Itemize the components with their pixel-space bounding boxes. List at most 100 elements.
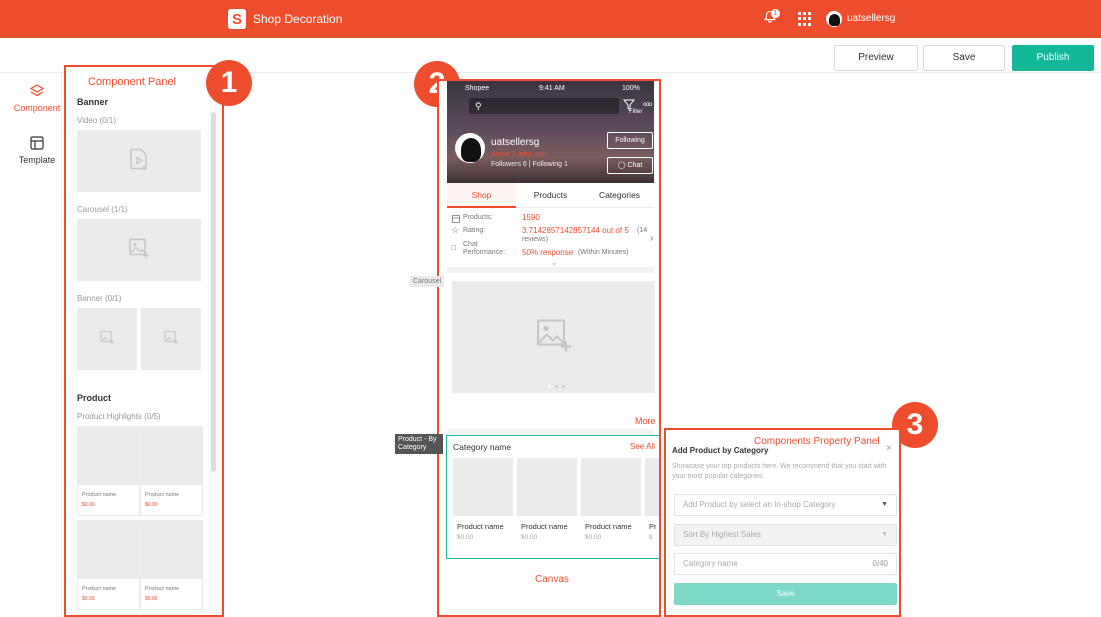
product-price: $ [649, 534, 653, 541]
component-panel: Component Panel Banner Video (0/1) Carou… [64, 65, 224, 617]
nav-component-label: Component [13, 103, 61, 113]
carousel-placeholder[interactable] [452, 281, 655, 393]
sort-select[interactable]: Sort By Highest Sales ▼ [674, 524, 897, 546]
banner-component[interactable] [141, 308, 201, 370]
rating-reviews-cont: reviews) [522, 236, 549, 243]
user-avatar[interactable] [826, 11, 842, 27]
chat-label: Chat [627, 162, 643, 169]
section-divider [447, 429, 654, 434]
status-battery: 100% [622, 85, 640, 92]
category-select[interactable]: Add Product by select an In-shop Categor… [674, 494, 897, 516]
tab-categories[interactable]: Categories [585, 183, 654, 208]
component-panel-scrollbar[interactable] [211, 112, 216, 472]
preview-button[interactable]: Preview [834, 45, 918, 71]
carousel-component[interactable] [77, 219, 201, 281]
product-highlight-card[interactable]: Product name $0.00 [140, 426, 203, 516]
apps-grid-icon[interactable] [798, 12, 812, 26]
char-counter: 0/40 [872, 559, 888, 568]
category-product-card[interactable]: Product name $0.00 [517, 458, 578, 556]
product-highlight-card[interactable]: Product name $0.00 [140, 520, 203, 610]
product-price: $0.00 [145, 596, 158, 602]
see-all-link[interactable]: See All [630, 442, 655, 451]
video-label: Video (0/1) [77, 116, 116, 125]
product-name: Product name [145, 586, 180, 592]
chat-performance-value: 50% response [522, 248, 574, 257]
component-panel-title: Component Panel [88, 76, 177, 88]
product-by-category-tag: Product - By Category [395, 434, 443, 454]
caret-down-icon: ▼ [881, 531, 888, 538]
top-bar: S Shop Decoration 1 uatsellersg [0, 0, 1101, 38]
app-title: Shop Decoration [253, 12, 343, 26]
product-by-category-component[interactable]: Category name See All Product name $0.00… [446, 435, 659, 559]
property-save-button[interactable]: Save [674, 583, 897, 605]
carousel-label: Carousel (1/1) [77, 205, 128, 214]
product-price: $0.00 [521, 534, 538, 541]
category-product-card[interactable]: Product name $0.00 [581, 458, 642, 556]
shop-search-input[interactable]: ⚲ [469, 98, 619, 114]
product-highlight-card[interactable]: Product name $0.00 [77, 426, 140, 516]
chat-performance-label: Chat [463, 241, 478, 248]
image-add-icon [100, 330, 115, 348]
category-product-card[interactable]: Pr $ [645, 458, 659, 556]
status-carrier: Shopee [465, 85, 490, 92]
carousel-dot[interactable] [555, 385, 558, 388]
canvas-label: Canvas [535, 574, 569, 585]
product-price: $0.00 [145, 502, 158, 508]
product-price: $0.00 [585, 534, 602, 541]
category-product-card[interactable]: Product name $0.00 [453, 458, 514, 556]
layers-icon [29, 83, 45, 99]
carousel-dot[interactable] [562, 385, 565, 388]
chevron-down-icon[interactable]: ⌄ [551, 258, 558, 267]
shop-active-status: Active 1 mins ago [491, 151, 547, 158]
products-value: 1590 [522, 213, 540, 222]
product-name: Product name [521, 522, 568, 531]
rating-reviews: (14 [637, 227, 648, 234]
product-highlight-card[interactable]: Product name $0.00 [77, 520, 140, 610]
product-name: Product name [457, 522, 504, 531]
category-name-placeholder: Category name [683, 559, 738, 568]
product-price: $0.00 [82, 596, 95, 602]
section-divider [447, 267, 654, 273]
chat-button[interactable]: ◯ Chat [607, 157, 653, 174]
publish-button[interactable]: Publish [1012, 45, 1094, 71]
banner-component[interactable] [77, 308, 137, 370]
close-icon[interactable]: × [886, 443, 892, 454]
caret-down-icon: ▼ [881, 501, 888, 508]
shop-name: uatsellersg [491, 137, 540, 148]
property-panel-title: Components Property Panel [754, 436, 880, 447]
product-name: Product name [82, 586, 117, 592]
shop-avatar [455, 133, 485, 163]
carousel-tag: Carousel [410, 276, 445, 287]
tab-shop[interactable]: Shop [447, 183, 516, 208]
property-heading: Add Product by Category [672, 446, 769, 455]
chat-performance-time: (Within Minutes) [578, 249, 629, 256]
callout-badge-1: 1 [206, 60, 252, 106]
property-description: Showcase your top products here. We reco… [672, 463, 887, 480]
save-button[interactable]: Save [923, 45, 1005, 71]
category-name-input[interactable]: Category name 0/40 [674, 553, 897, 575]
more-link[interactable]: More [635, 416, 656, 426]
nav-template[interactable]: Template [12, 135, 62, 165]
banner-section-heading: Banner [77, 97, 109, 107]
username[interactable]: uatsellersg [847, 13, 895, 24]
left-nav: Component Template [12, 73, 62, 617]
more-dots-icon[interactable]: ooo [643, 102, 652, 108]
image-add-icon [128, 238, 150, 263]
shop-header: Shopee 9:41 AM 100% ⚲ Filter ooo uatsell… [447, 81, 654, 183]
product-section-heading: Product [77, 393, 112, 403]
tab-products[interactable]: Products [516, 183, 585, 208]
category-select-placeholder: Add Product by select an In-shop Categor… [683, 500, 836, 509]
video-component[interactable] [77, 130, 201, 192]
star-icon: ☆ [451, 225, 460, 235]
chevron-right-icon[interactable]: › [650, 233, 653, 244]
carousel-dot-active[interactable] [548, 385, 551, 388]
product-highlights-label: Product Highlights (0/5) [77, 412, 161, 421]
product-price: $0.00 [82, 502, 95, 508]
status-time: 9:41 AM [539, 85, 565, 92]
following-button[interactable]: Following [607, 132, 653, 149]
chat-bubble-icon: □ [451, 243, 456, 252]
rating-value: 3.7142857142857144 out of 5 [522, 226, 629, 235]
nav-component[interactable]: Component [12, 83, 62, 113]
canvas-frame: Shopee 9:41 AM 100% ⚲ Filter ooo uatsell… [437, 79, 661, 617]
filter-label[interactable]: Filter [629, 109, 642, 115]
